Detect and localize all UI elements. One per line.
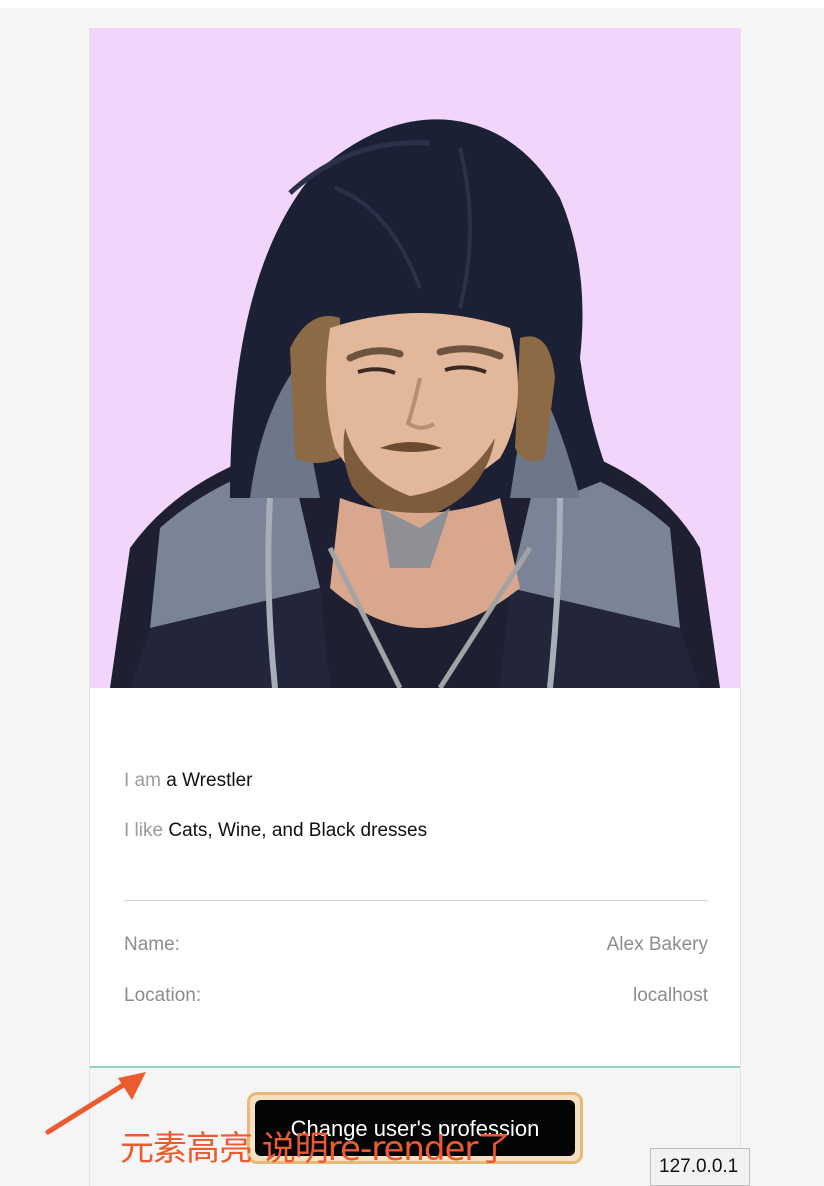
likes-line: I like Cats, Wine, and Black dresses bbox=[124, 818, 427, 844]
profession-value: a Wrestler bbox=[166, 770, 253, 791]
annotation-arrow-icon bbox=[45, 1072, 146, 1135]
bio-section: I am a Wrestler I like Cats, Wine, and B… bbox=[124, 768, 427, 868]
annotation-text: 元素高亮 说明re-render了 bbox=[120, 1129, 511, 1169]
location-row: Location: localhost bbox=[124, 983, 708, 1009]
name-label: Name: bbox=[124, 934, 180, 955]
profile-card: I am a Wrestler I like Cats, Wine, and B… bbox=[89, 28, 741, 1186]
hooded-man-illustration bbox=[90, 28, 740, 688]
section-divider bbox=[124, 900, 708, 901]
name-row: Name: Alex Bakery bbox=[124, 932, 708, 958]
profile-photo bbox=[90, 28, 740, 688]
location-label: Location: bbox=[124, 985, 202, 1006]
profession-prefix: I am bbox=[124, 770, 161, 791]
name-value: Alex Bakery bbox=[606, 934, 708, 955]
likes-prefix: I like bbox=[124, 820, 164, 841]
profession-line: I am a Wrestler bbox=[124, 768, 427, 794]
page: I am a Wrestler I like Cats, Wine, and B… bbox=[0, 0, 824, 1186]
location-value: localhost bbox=[633, 985, 708, 1006]
likes-value: Cats, Wine, and Black dresses bbox=[168, 820, 428, 841]
top-strip bbox=[0, 0, 824, 8]
status-bar-url: 127.0.0.1 bbox=[650, 1148, 750, 1186]
